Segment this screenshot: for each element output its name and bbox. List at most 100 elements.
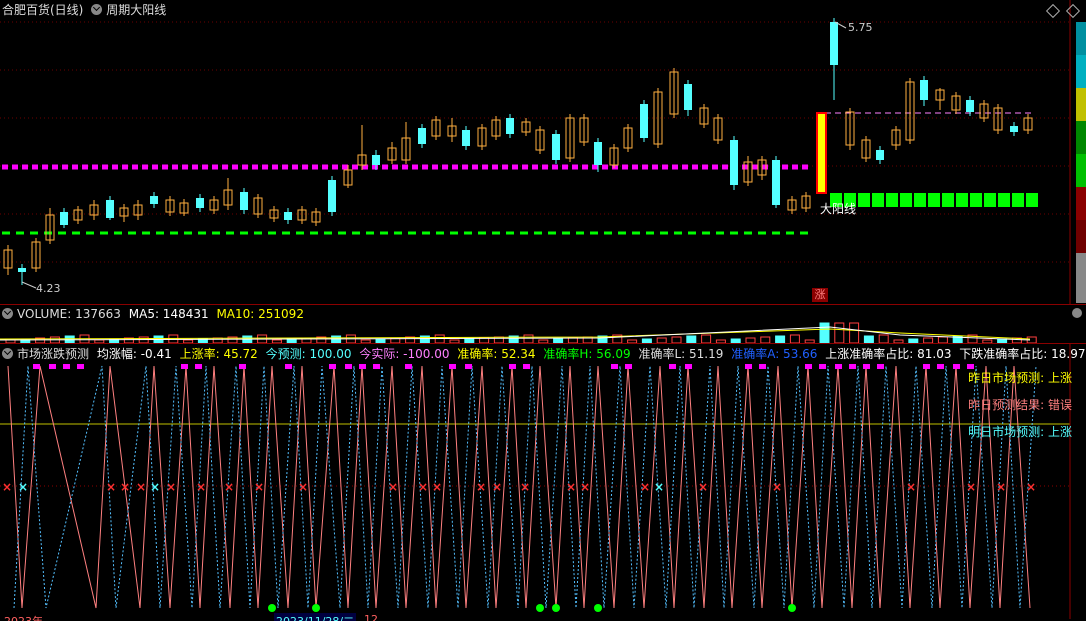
- volume-bar: [419, 335, 430, 343]
- cursor-date-label: 2023/11/28/二: [274, 613, 357, 621]
- top-marker: [405, 364, 412, 369]
- volume-pane[interactable]: VOLUME: 137663 MA5: 148431 MA10: 251092: [0, 305, 1086, 344]
- green-block: [1012, 193, 1024, 207]
- chevron-down-icon[interactable]: [2, 348, 13, 359]
- legend-yesterday-result: 昨日预测结果: 错误: [968, 398, 1072, 412]
- indicator-name: 周期大阳线: [106, 3, 167, 17]
- chevron-down-icon[interactable]: [2, 308, 13, 319]
- forecast-line: [7, 365, 1031, 609]
- top-marker: [77, 364, 84, 369]
- wrong-marker: ×: [492, 480, 502, 494]
- wrong-marker: ×: [298, 480, 308, 494]
- wrong-marker: ×: [476, 480, 486, 494]
- chevron-down-icon[interactable]: [91, 4, 103, 15]
- year-label: 2023年: [4, 613, 43, 621]
- top-marker: [937, 364, 944, 369]
- wrong-marker: ×: [580, 480, 590, 494]
- candle-body: [640, 104, 648, 138]
- green-block: [942, 193, 954, 207]
- price-header: 合肥百货(日线) 周期大阳线: [2, 2, 170, 18]
- right-color-strip[interactable]: [1076, 22, 1086, 303]
- top-marker: [63, 364, 70, 369]
- green-block: [900, 193, 912, 207]
- volume-bar: [789, 334, 800, 343]
- stock-name: 合肥百货(日线): [2, 3, 84, 17]
- green-block: [1026, 193, 1038, 207]
- volume-bar: [863, 335, 874, 343]
- volume-header: VOLUME: 137663 MA5: 148431 MA10: 251092: [2, 306, 308, 322]
- top-marker: [819, 364, 826, 369]
- accuracy-h: 准确率H: 56.09: [543, 347, 631, 361]
- indicator-pane[interactable]: × × × × × × × × × × × × × × × × × × × × × × × × × × × 市场涨跌预测 均涨幅: …: [0, 344, 1086, 621]
- volume-bar: [997, 338, 1008, 343]
- big-yang-label: 大阳线: [820, 202, 857, 216]
- green-block: [858, 193, 870, 207]
- candle-body: [418, 128, 426, 144]
- volume-bar: [360, 339, 371, 343]
- month-label: 12: [364, 613, 378, 621]
- green-block: [956, 193, 968, 207]
- top-marker: [835, 364, 842, 369]
- top-marker: [509, 364, 516, 369]
- volume-bar: [464, 338, 475, 343]
- wrong-marker: ×: [906, 480, 916, 494]
- wrong-marker: ×: [388, 480, 398, 494]
- wrong-marker: ×: [120, 480, 130, 494]
- bottom-marker: [788, 604, 796, 612]
- top-marker: [849, 364, 856, 369]
- low-pointer: [21, 281, 37, 289]
- volume-bar: [745, 337, 756, 343]
- green-block: [998, 193, 1010, 207]
- volume-bar: [286, 338, 297, 343]
- volume-bar: [908, 338, 919, 343]
- green-block: [914, 193, 926, 207]
- top-marker: [181, 364, 188, 369]
- avg-change: 均涨幅: -0.41: [96, 347, 172, 361]
- wrong-marker: ×: [640, 480, 650, 494]
- candle-body: [328, 180, 336, 212]
- top-marker: [953, 364, 960, 369]
- wrong-marker: ×: [418, 480, 428, 494]
- candle-body: [730, 140, 738, 185]
- indicator-title: 市场涨跌预测: [17, 347, 90, 361]
- bottom-marker: [536, 604, 544, 612]
- top-marker: [745, 364, 752, 369]
- volume-bar: [449, 339, 460, 343]
- volume-bar: [730, 338, 741, 343]
- bottom-marker: [552, 604, 560, 612]
- candle-body: [462, 130, 470, 146]
- green-block: [984, 193, 996, 207]
- candle-body: [18, 268, 26, 272]
- volume-pane-button[interactable]: [1072, 308, 1082, 318]
- legend-tomorrow-forecast: 明日市场预测: 上涨: [968, 425, 1072, 439]
- indicator-header: 市场涨跌预测 均涨幅: -0.41 上涨率: 45.72 今预测: 100.00…: [2, 346, 1086, 362]
- volume-bar: [331, 335, 342, 343]
- price-chart[interactable]: [0, 0, 1086, 304]
- volume-bar: [686, 335, 697, 343]
- top-marker: [625, 364, 632, 369]
- candle-body: [60, 212, 68, 225]
- price-low-label: 4.23: [36, 282, 61, 295]
- candle-body: [240, 192, 248, 210]
- candle-body: [920, 80, 928, 100]
- wrong-marker: ×: [166, 480, 176, 494]
- top-marker: [465, 364, 472, 369]
- bottom-marker: [312, 604, 320, 612]
- top-marker: [329, 364, 336, 369]
- accuracy-l: 准确率L: 51.19: [638, 347, 724, 361]
- today-forecast: 今预测: 100.00: [265, 347, 352, 361]
- wrong-marker: ×: [996, 480, 1006, 494]
- wrong-marker: ×: [966, 480, 976, 494]
- price-high-label: 5.75: [848, 21, 873, 34]
- volume-bar: [538, 339, 549, 343]
- accuracy-a: 准确率A: 53.66: [731, 347, 818, 361]
- volume-bar: [923, 337, 934, 343]
- indicator-chart[interactable]: × × × × × × × × × × × × × × × × × × × × × × × × × × ×: [0, 344, 1086, 619]
- green-block: [872, 193, 884, 207]
- price-pane[interactable]: 合肥百货(日线) 周期大阳线 5.75 4.23 大阳线 涨: [0, 0, 1086, 305]
- top-marker: [33, 364, 40, 369]
- zhang-badge: 涨: [812, 288, 828, 302]
- top-marker: [345, 364, 352, 369]
- wrong-marker: ×: [136, 480, 146, 494]
- top-marker: [863, 364, 870, 369]
